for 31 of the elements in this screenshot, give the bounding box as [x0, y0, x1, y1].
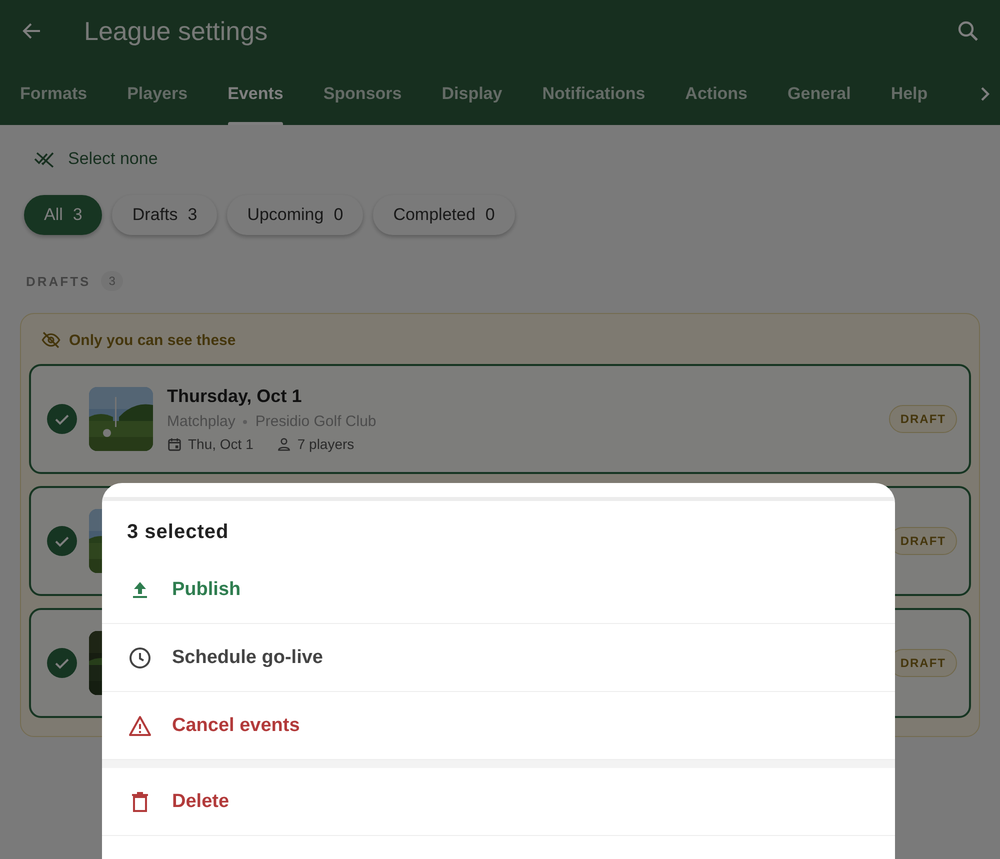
tab[interactable]: Sponsors	[303, 62, 422, 125]
tab[interactable]: General	[768, 62, 871, 125]
tab[interactable]: Actions	[665, 62, 768, 125]
clock-icon	[128, 646, 152, 670]
event-title: Thursday, Oct 1	[167, 386, 303, 407]
notice-text: Only you can see these	[69, 332, 236, 348]
warning-icon	[128, 714, 152, 738]
page-title: League settings	[84, 16, 269, 46]
filter-chip[interactable]: Completed 0	[373, 195, 515, 235]
check-icon	[47, 648, 77, 678]
player-count: 7 players	[297, 436, 354, 452]
select-none-button[interactable]: Select none	[24, 145, 168, 173]
sheet-title: 3 selected	[127, 521, 229, 544]
person-icon	[277, 437, 292, 451]
check-icon	[47, 526, 77, 556]
calendar-icon	[167, 436, 182, 452]
status-badge: DRAFT	[889, 405, 957, 433]
tab[interactable]: Events	[208, 62, 304, 125]
filter-chip[interactable]: Upcoming 0	[227, 195, 364, 235]
tab[interactable]: Formats	[0, 62, 108, 125]
search-icon[interactable]	[956, 19, 980, 43]
filter-chip[interactable]: All 3	[24, 195, 102, 235]
deselect-icon	[34, 150, 56, 168]
tab[interactable]: Display	[422, 62, 522, 125]
tab[interactable]: Players	[107, 62, 208, 125]
tab[interactable]: Help	[870, 62, 948, 125]
event-date: Thu, Oct 1	[188, 436, 254, 452]
eye-off-icon	[41, 330, 61, 350]
tab[interactable]: Notifications	[522, 62, 666, 125]
filter-chip[interactable]: Drafts 3	[112, 195, 218, 235]
check-icon	[47, 404, 77, 434]
